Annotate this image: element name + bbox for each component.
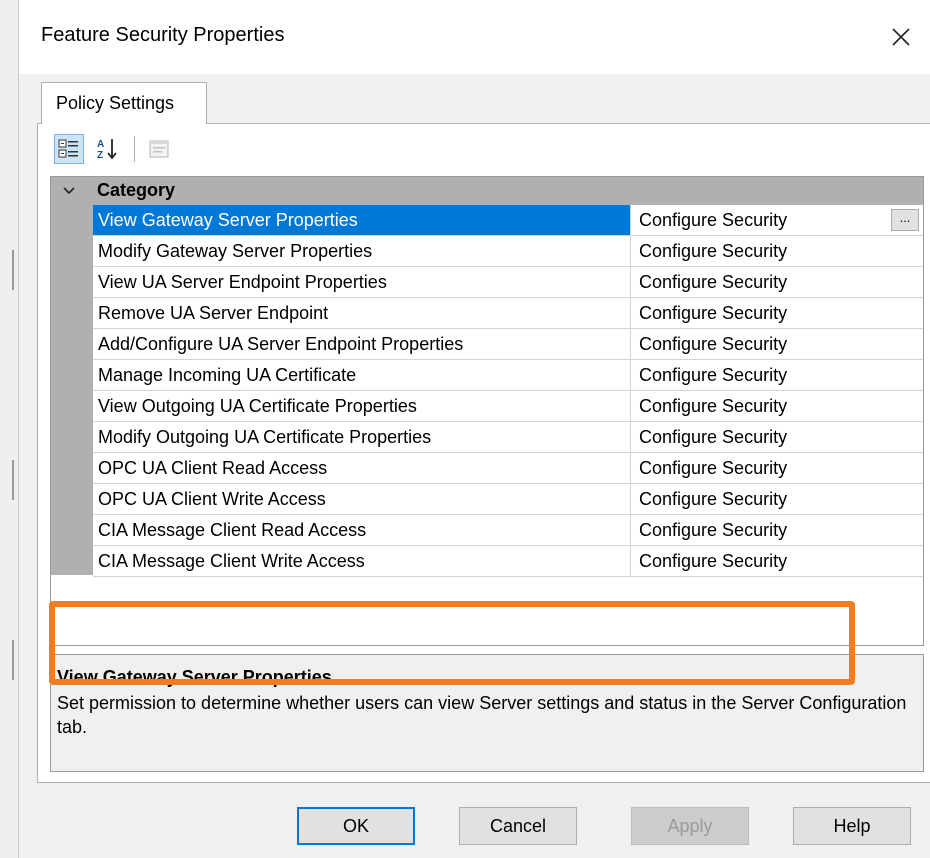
cancel-button[interactable]: Cancel [459,807,577,845]
property-value: Configure Security [639,241,788,261]
table-row[interactable]: Modify Gateway Server Properties Configu… [93,236,923,267]
property-name: OPC UA Client Read Access [93,453,631,483]
help-button[interactable]: Help [793,807,911,845]
table-row[interactable]: CIA Message Client Read Access Configure… [93,515,923,546]
ellipsis-button[interactable]: ... [891,209,919,231]
sort-alphabetical-icon: A Z [97,139,117,161]
ok-button[interactable]: OK [297,807,415,845]
category-row[interactable]: Category [51,177,923,205]
table-row[interactable]: View Gateway Server Properties Configure… [93,205,923,236]
property-name: Modify Gateway Server Properties [93,236,631,266]
property-pages-button[interactable] [144,134,174,164]
property-name: View Gateway Server Properties [93,205,631,235]
property-value: Configure Security [639,210,788,230]
property-value: Configure Security [639,427,788,447]
grid-margin [51,205,93,575]
category-label: Category [97,180,176,200]
description-pane: View Gateway Server Properties Set permi… [50,654,924,772]
property-value: Configure Security [639,489,788,509]
apply-button[interactable]: Apply [631,807,749,845]
property-value: Configure Security [639,551,788,571]
svg-text:A: A [97,139,104,150]
edge-mark [12,250,14,290]
property-value: Configure Security [639,334,788,354]
table-row[interactable]: CIA Message Client Write Access Configur… [93,546,923,577]
categorized-button[interactable] [54,134,84,164]
table-row[interactable]: Add/Configure UA Server Endpoint Propert… [93,329,923,360]
description-text: Set permission to determine whether user… [57,693,907,737]
policy-settings-panel: A Z Category View Gateway Server Propert… [37,123,930,783]
property-value: Configure Security [639,458,788,478]
close-button[interactable] [871,0,930,74]
background-window-edge [0,0,18,858]
categorized-icon [58,139,78,158]
property-name: CIA Message Client Read Access [93,515,631,545]
property-value: Configure Security [639,303,788,323]
property-name: Manage Incoming UA Certificate [93,360,631,390]
window-title: Feature Security Properties [41,24,285,46]
edge-mark [12,640,14,680]
title-bar: Feature Security Properties [19,0,930,74]
table-row[interactable]: View UA Server Endpoint Properties Confi… [93,267,923,298]
property-name: OPC UA Client Write Access [93,484,631,514]
property-grid-toolbar: A Z [54,132,254,168]
feature-security-properties-dialog: Feature Security Properties Policy Setti… [18,0,930,858]
table-row[interactable]: OPC UA Client Write Access Configure Sec… [93,484,923,515]
property-value: Configure Security [639,272,788,292]
table-row[interactable]: OPC UA Client Read Access Configure Secu… [93,453,923,484]
property-name: Remove UA Server Endpoint [93,298,631,328]
edge-mark [12,460,14,500]
property-name: Modify Outgoing UA Certificate Propertie… [93,422,631,452]
property-name: View Outgoing UA Certificate Properties [93,391,631,421]
property-name: View UA Server Endpoint Properties [93,267,631,297]
dialog-client-area: Policy Settings A Z Category View Gatewa… [19,74,930,858]
property-name: CIA Message Client Write Access [93,546,631,576]
table-row[interactable]: Remove UA Server Endpoint Configure Secu… [93,298,923,329]
close-icon [892,28,910,46]
toolbar-separator [134,136,135,162]
table-row[interactable]: Manage Incoming UA Certificate Configure… [93,360,923,391]
tab-policy-settings[interactable]: Policy Settings [41,82,207,124]
svg-text:Z: Z [97,150,103,161]
alphabetical-button[interactable]: A Z [92,134,122,164]
description-title: View Gateway Server Properties [57,667,332,687]
tab-label: Policy Settings [56,93,175,113]
property-name: Add/Configure UA Server Endpoint Propert… [93,329,631,359]
property-value: Configure Security [639,396,788,416]
property-grid: Category View Gateway Server Properties … [50,176,924,646]
property-value: Configure Security [639,520,788,540]
table-row[interactable]: View Outgoing UA Certificate Properties … [93,391,923,422]
property-pages-icon [149,140,169,158]
table-row[interactable]: Modify Outgoing UA Certificate Propertie… [93,422,923,453]
chevron-down-icon[interactable] [61,181,77,201]
property-value: Configure Security [639,365,788,385]
